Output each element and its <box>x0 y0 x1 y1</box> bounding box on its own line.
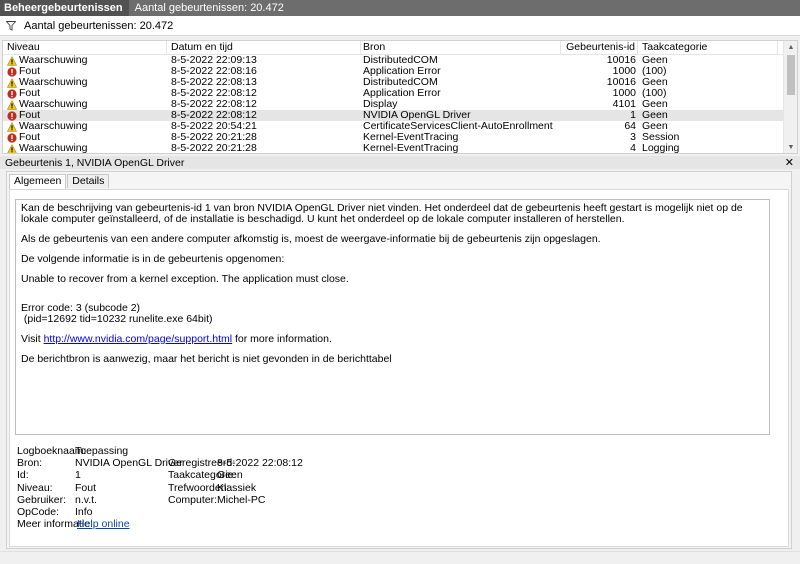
event-category: Logging <box>642 142 680 154</box>
id-label: Id: <box>17 469 29 482</box>
column-header-source[interactable]: Bron <box>361 41 561 54</box>
event-id: 3 <box>630 131 636 143</box>
scroll-up-icon[interactable]: ▲ <box>784 41 797 53</box>
id-value: 1 <box>75 469 81 482</box>
detail-tabs: Algemeen Details <box>9 174 110 190</box>
warning-icon <box>7 77 17 88</box>
event-source: Kernel-EventTracing <box>363 142 459 154</box>
description-paragraph: De volgende informatie is in de gebeurte… <box>21 253 285 265</box>
event-count-title: Aantal gebeurtenissen: 20.472 <box>134 2 284 14</box>
error-icon <box>7 132 17 143</box>
error-icon <box>7 66 17 77</box>
description-paragraph: Kan de beschrijving van gebeurtenis-id 1… <box>21 202 746 225</box>
logname-value: Toepassing <box>75 445 129 457</box>
detail-title: Gebeurtenis 1, NVIDIA OpenGL Driver <box>5 156 185 169</box>
logged-label: Geregistreerd: <box>168 457 236 470</box>
event-row[interactable]: Waarschuwing 8-5-2022 20:21:28 Kernel-Even… <box>3 142 797 154</box>
source-value: NVIDIA OpenGL Driver <box>75 457 183 470</box>
view-title: Beheergebeurtenissen <box>0 0 129 16</box>
nvidia-support-link[interactable]: http://www.nvidia.com/page/support.html <box>44 333 233 345</box>
event-id: 64 <box>624 120 636 132</box>
filter-bar: Aantal gebeurtenissen: 20.472 <box>0 16 800 36</box>
tab-details[interactable]: Details <box>67 174 110 188</box>
event-count-label: Aantal gebeurtenissen: 20.472 <box>24 19 174 32</box>
description-paragraph: De berichtbron is aanwezig, maar het ber… <box>21 353 392 365</box>
description-paragraph: Unable to recover from a kernel exceptio… <box>21 273 349 285</box>
keywords-label: Trefwoorden: <box>168 481 230 494</box>
column-header-event-id[interactable]: Gebeurtenis-id <box>561 41 638 54</box>
level-label: Niveau: <box>17 481 53 494</box>
event-level-text: Waarschuwing <box>19 142 88 154</box>
error-icon <box>7 110 17 121</box>
description-paragraph: Als de gebeurtenis van een andere comput… <box>21 233 601 245</box>
status-strip <box>0 551 800 564</box>
scroll-down-icon[interactable]: ▼ <box>784 141 797 153</box>
opcode-value: Info <box>75 505 93 518</box>
event-properties: Logboeknaam: Toepassing Bron: NVIDIA Ope… <box>17 445 307 530</box>
source-label: Bron: <box>17 457 43 470</box>
event-id: 4101 <box>612 98 636 110</box>
opcode-label: OpCode: <box>17 505 60 518</box>
close-icon[interactable]: ✕ <box>785 156 794 169</box>
logname-label: Logboeknaam: <box>17 445 87 457</box>
event-id: 4 <box>630 142 636 154</box>
event-row[interactable]: Fout 8-5-2022 22:08:12 Application Error 10… <box>3 88 797 99</box>
event-list-scrollbar[interactable]: ▲ ▼ <box>783 41 797 153</box>
warning-icon <box>7 121 17 132</box>
column-header-level[interactable]: Niveau <box>3 41 167 54</box>
keywords-value: Klassiek <box>217 481 257 494</box>
help-online-link[interactable]: Help online <box>77 518 130 530</box>
error-icon <box>7 88 17 99</box>
visit-line: Visit http://www.nvidia.com/page/support… <box>21 333 332 345</box>
detail-header: Gebeurtenis 1, NVIDIA OpenGL Driver ✕ <box>0 156 800 169</box>
logged-value: 8-5-2022 22:08:12 <box>217 457 303 470</box>
more-info-label: Meer informatie: <box>17 518 93 531</box>
detail-pane: Algemeen Details Kan de beschrijving van… <box>6 171 792 549</box>
event-description[interactable]: Kan de beschrijving van gebeurtenis-id 1… <box>15 199 770 435</box>
column-header-date[interactable]: Datum en tijd <box>167 41 361 54</box>
event-level: Waarschuwing <box>3 142 167 154</box>
level-value: Fout <box>75 481 97 494</box>
tab-general[interactable]: Algemeen <box>9 174 67 190</box>
title-bar: Beheergebeurtenissen Aantal gebeurteniss… <box>0 0 800 16</box>
warning-icon <box>7 55 17 66</box>
scroll-thumb[interactable] <box>787 55 795 95</box>
general-panel: Kan de beschrijving van gebeurtenis-id 1… <box>9 189 789 547</box>
computer-value: Michel-PC <box>217 493 266 506</box>
filter-icon[interactable] <box>6 20 16 31</box>
event-date: 8-5-2022 20:21:28 <box>171 142 257 154</box>
column-header-task-category[interactable]: Taakcategorie <box>638 41 778 54</box>
warning-icon <box>7 99 17 110</box>
user-value: n.v.t. <box>75 493 97 506</box>
task-category-value: Geen <box>217 469 243 482</box>
warning-icon <box>7 143 17 153</box>
event-list-header: Niveau Datum en tijd Bron Gebeurtenis-id… <box>3 41 797 55</box>
event-list: Niveau Datum en tijd Bron Gebeurtenis-id… <box>2 40 798 154</box>
computer-label: Computer: <box>168 493 218 506</box>
user-label: Gebruiker: <box>17 493 67 506</box>
task-category-label: Taakcategorie: <box>168 469 237 482</box>
pid-line: (pid=12692 tid=10232 runelite.exe 64bit) <box>21 313 213 325</box>
